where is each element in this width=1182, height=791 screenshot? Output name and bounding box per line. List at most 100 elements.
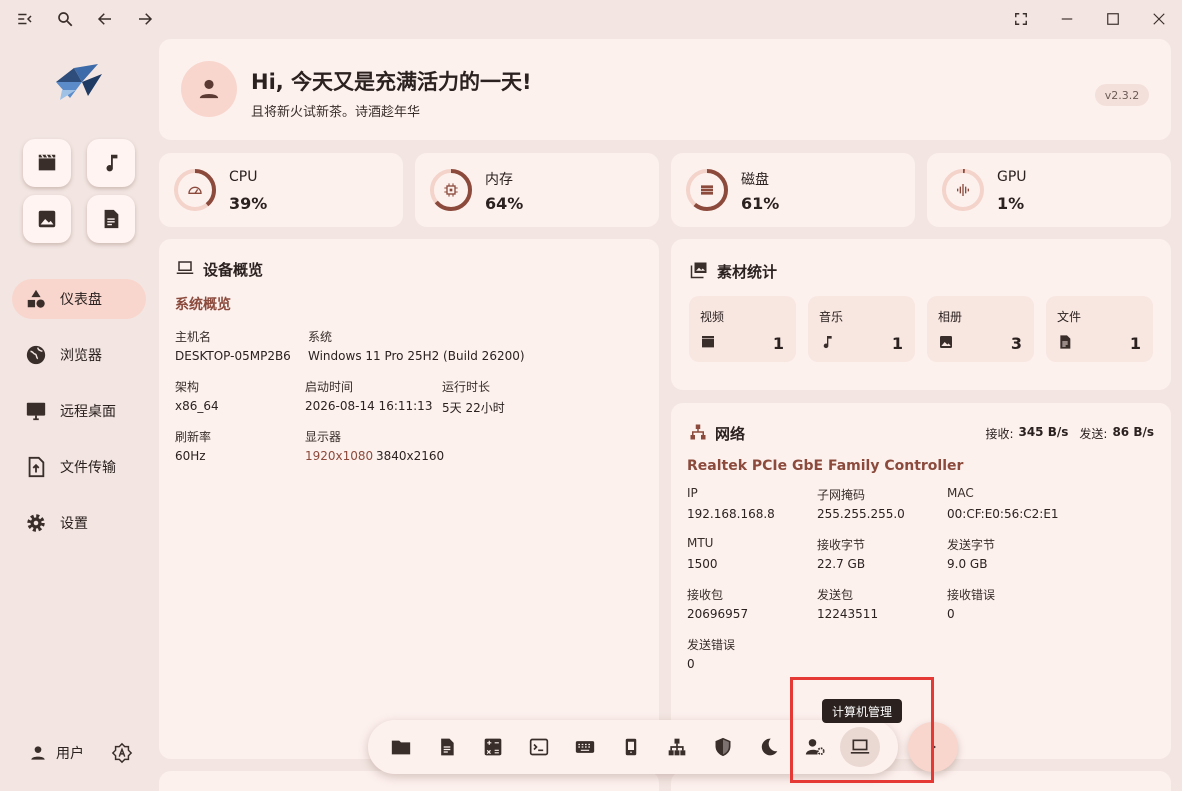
- os-label: 系统: [308, 330, 333, 344]
- material-album-tile[interactable]: 相册 3: [927, 296, 1034, 362]
- sidebar-item-file-transfer[interactable]: 文件传输: [12, 447, 146, 487]
- sidebar-item-label: 文件传输: [60, 460, 116, 476]
- laptop-icon: [175, 259, 195, 277]
- sidebar-item-remote-desktop[interactable]: 远程桌面: [12, 391, 146, 431]
- app-logo: [52, 60, 104, 104]
- sidebar-item-label: 设置: [60, 516, 88, 532]
- uptime-label: 运行时长: [442, 380, 491, 394]
- minimize-icon[interactable]: [1054, 6, 1080, 32]
- stat-card-disk: 磁盘 61%: [671, 153, 915, 227]
- dashboard-icon: [24, 287, 48, 311]
- device-overview-card: 设备概览 系统概览 主机名 DESKTOP-05MP2B6 系统 Windows…: [159, 239, 659, 759]
- fullscreen-icon[interactable]: [1008, 6, 1034, 32]
- user-button[interactable]: 用户: [30, 742, 84, 764]
- waveform-icon: [955, 182, 971, 198]
- video-quick-button[interactable]: [23, 139, 71, 187]
- stat-name: 内存: [485, 172, 513, 188]
- person-icon: [199, 79, 219, 99]
- memory-chip-icon: [443, 182, 459, 198]
- material-file-tile[interactable]: 文件 1: [1046, 296, 1153, 362]
- material-video-tile[interactable]: 视频 1: [689, 296, 796, 362]
- network-title: 网络: [715, 425, 746, 443]
- image-icon: [38, 210, 56, 228]
- mac-label: MAC: [947, 486, 974, 500]
- rx-packets-value: 20696957: [687, 607, 749, 621]
- close-icon[interactable]: [1146, 6, 1172, 32]
- document-icon[interactable]: [435, 735, 459, 759]
- refresh-rate-value: 60Hz: [175, 449, 206, 463]
- music-quick-button[interactable]: [87, 139, 135, 187]
- sidebar-item-browser[interactable]: 浏览器: [12, 335, 146, 375]
- stat-card-memory: 内存 64%: [415, 153, 659, 227]
- document-quick-button[interactable]: [87, 195, 135, 243]
- send-speed-value: 86 B/s: [1112, 425, 1154, 439]
- stat-name: 磁盘: [741, 172, 769, 188]
- network-tree-icon: [689, 423, 707, 441]
- theme-settings-icon[interactable]: [111, 742, 133, 764]
- boot-time-label: 启动时间: [305, 380, 354, 394]
- tx-bytes-value: 9.0 GB: [947, 557, 988, 571]
- material-label: 音乐: [819, 310, 844, 324]
- stat-name: CPU: [229, 169, 258, 185]
- clapperboard-icon: [700, 334, 716, 350]
- terminal-icon[interactable]: [527, 735, 551, 759]
- display-label: 显示器: [305, 430, 342, 444]
- os-value: Windows 11 Pro 25H2 (Build 26200): [308, 349, 525, 363]
- folder-icon[interactable]: [389, 735, 413, 759]
- network-tree-icon[interactable]: [665, 735, 689, 759]
- arch-value: x86_64: [175, 399, 219, 413]
- adapter-name: Realtek PCIe GbE Family Controller: [687, 458, 964, 474]
- material-label: 视频: [700, 310, 725, 324]
- boot-time-value: 2026-08-14 16:11:13: [305, 399, 433, 413]
- hostname-label: 主机名: [175, 330, 212, 344]
- globe-icon: [24, 343, 48, 367]
- arch-label: 架构: [175, 380, 200, 394]
- document-icon: [1057, 334, 1073, 350]
- sidebar-item-label: 仪表盘: [60, 292, 102, 308]
- subnet-mask-value: 255.255.255.0: [817, 507, 905, 521]
- materials-title: 素材统计: [717, 263, 778, 281]
- bottom-card-left: [159, 771, 659, 791]
- tx-errors-label: 发送错误: [687, 638, 736, 652]
- sidebar-item-settings[interactable]: 设置: [12, 503, 146, 543]
- photo-library-icon: [689, 261, 709, 279]
- mtu-value: 1500: [687, 557, 718, 571]
- user-label: 用户: [56, 746, 84, 762]
- sidebar-item-dashboard[interactable]: 仪表盘: [12, 279, 146, 319]
- send-speed-label: 发送:: [1079, 427, 1108, 441]
- monitor-icon: [24, 399, 48, 423]
- search-icon[interactable]: [52, 6, 78, 32]
- keyboard-icon[interactable]: [573, 735, 597, 759]
- phone-icon[interactable]: [619, 735, 643, 759]
- ip-value: 192.168.168.8: [687, 507, 775, 521]
- person-icon: [31, 746, 45, 760]
- recv-speed-value: 345 B/s: [1018, 425, 1069, 439]
- rx-bytes-label: 接收字节: [817, 538, 866, 552]
- back-arrow-icon[interactable]: [92, 6, 118, 32]
- menu-collapse-icon[interactable]: [12, 6, 38, 32]
- display-primary-value: 1920x1080: [305, 449, 374, 463]
- shield-icon[interactable]: [711, 735, 735, 759]
- music-note-icon: [106, 154, 118, 172]
- gear-icon: [24, 511, 48, 535]
- rx-packets-label: 接收包: [687, 588, 724, 602]
- version-badge: v2.3.2: [1095, 84, 1149, 106]
- rx-errors-label: 接收错误: [947, 588, 996, 602]
- photo-quick-button[interactable]: [23, 195, 71, 243]
- device-title: 设备概览: [203, 261, 264, 279]
- calculator-icon[interactable]: [481, 735, 505, 759]
- stat-value: 61%: [741, 194, 780, 213]
- greeting-title: Hi, 今天又是充满活力的一天!: [251, 70, 532, 94]
- material-count: 1: [891, 334, 903, 353]
- material-music-tile[interactable]: 音乐 1: [808, 296, 915, 362]
- material-count: 3: [1010, 334, 1022, 353]
- material-label: 相册: [938, 310, 963, 324]
- recv-speed-label: 接收:: [985, 427, 1014, 441]
- forward-arrow-icon[interactable]: [132, 6, 158, 32]
- maximize-icon[interactable]: [1100, 6, 1126, 32]
- material-label: 文件: [1057, 310, 1082, 324]
- storage-icon: [699, 182, 715, 198]
- moon-icon[interactable]: [757, 735, 781, 759]
- rx-errors-value: 0: [947, 607, 955, 621]
- mac-value: 00:CF:E0:56:C2:E1: [947, 507, 1059, 521]
